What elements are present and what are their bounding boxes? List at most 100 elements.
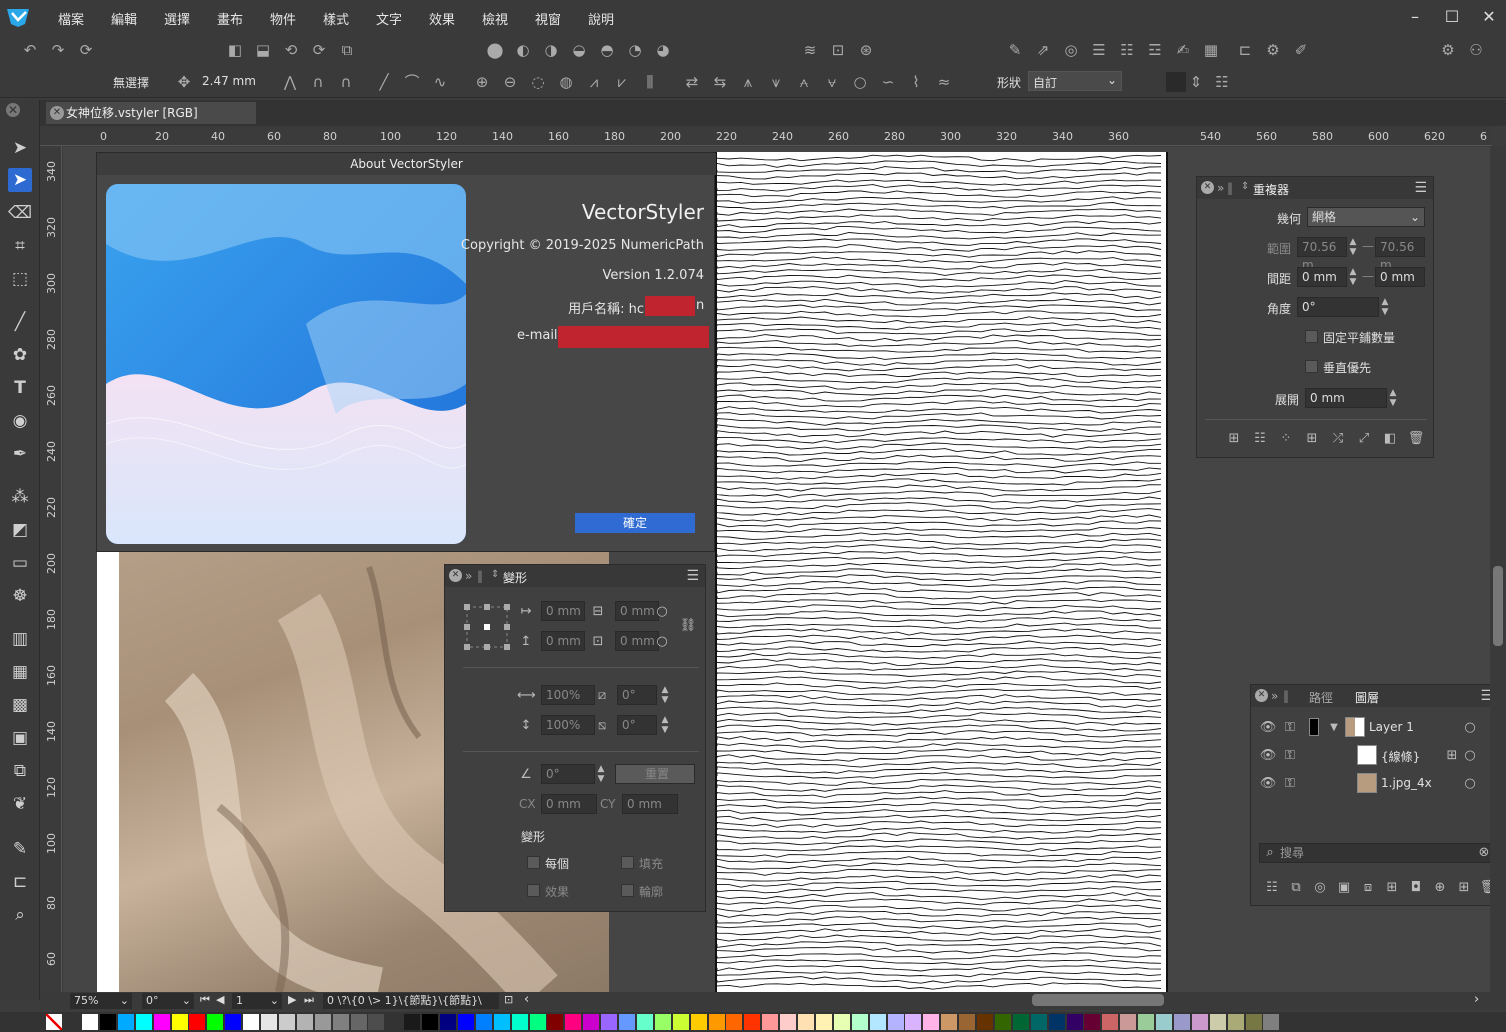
palette-swatch[interactable] (1263, 1014, 1280, 1030)
rotate-cw-icon[interactable]: ⟳ (309, 40, 329, 60)
nodes-d-icon[interactable]: ⩝ (822, 72, 842, 92)
palette-swatch[interactable] (1048, 1014, 1065, 1030)
angle-stepper[interactable]: ▲ ▼ (1379, 297, 1391, 317)
panel-menu-icon[interactable]: ☰ (686, 568, 699, 584)
palette-swatch[interactable] (690, 1014, 707, 1030)
visibility-eye-icon[interactable]: 👁 (1259, 775, 1277, 793)
layers-search-input[interactable]: 搜尋 (1259, 843, 1493, 863)
artboard-icon[interactable]: ⊞ (1383, 879, 1401, 897)
palette-swatch[interactable] (314, 1014, 331, 1030)
y-position-input[interactable]: 0 mm (541, 631, 585, 651)
flip-horizontal-icon[interactable]: ◧ (225, 40, 245, 60)
visibility-eye-icon[interactable]: 👁 (1259, 747, 1277, 765)
expand-stepper[interactable]: ▲ ▼ (1387, 388, 1399, 408)
panel-sort-icon[interactable]: ⇕ (1241, 181, 1249, 192)
align-bottom-icon[interactable]: ☷ (1117, 40, 1137, 60)
palette-swatch[interactable] (762, 1014, 779, 1030)
select-tool-icon[interactable]: ➤ (8, 136, 32, 160)
paint-tool-icon[interactable]: ❦ (8, 792, 32, 816)
tab-layers[interactable]: 圖層 (1355, 689, 1379, 706)
palette-swatch[interactable] (404, 1014, 421, 1030)
break-node-icon[interactable]: ◍ (556, 72, 576, 92)
export-icon[interactable]: ⇗ (1033, 40, 1053, 60)
lock-icon[interactable]: ⚿ (1281, 775, 1299, 793)
line-tool-icon[interactable]: ╱ (8, 310, 32, 334)
palette-swatch[interactable] (261, 1014, 277, 1030)
palette-swatch[interactable] (1191, 1014, 1208, 1030)
palette-swatch[interactable] (798, 1014, 814, 1030)
page-dropdown[interactable]: 1 ⌄ (232, 993, 282, 1009)
angle-input[interactable]: 0° (1297, 297, 1379, 317)
nodes-b-icon[interactable]: ⩛ (766, 72, 786, 92)
palette-swatch[interactable] (278, 1014, 295, 1030)
palette-swatch[interactable] (708, 1014, 725, 1030)
fill-tool-icon[interactable]: ◉ (8, 409, 32, 433)
skew-x-input[interactable]: 0° (617, 685, 657, 705)
palette-swatch[interactable] (99, 1014, 116, 1030)
palette-swatch[interactable] (1245, 1014, 1262, 1030)
palette-swatch[interactable] (135, 1014, 152, 1030)
palette-swatch[interactable] (1084, 1014, 1101, 1030)
menu-file[interactable]: 檔案 (58, 9, 84, 28)
nodes-c-icon[interactable]: ⩜ (794, 72, 814, 92)
spacing-x-stepper[interactable]: ▲ ▼ (1347, 267, 1359, 287)
range-x-input[interactable]: 70.56 m (1297, 237, 1347, 272)
menu-text[interactable]: 文字 (376, 9, 402, 28)
palette-swatch[interactable] (941, 1014, 958, 1030)
palette-swatch[interactable] (457, 1014, 474, 1030)
grid-tool-icon[interactable]: ▩ (8, 693, 32, 717)
s-curve-icon[interactable]: ∿ (430, 72, 450, 92)
scroll-right-icon[interactable]: › (1474, 992, 1479, 1007)
height-radio-icon[interactable]: ○ (653, 633, 671, 651)
layer-name[interactable]: {線條} (1381, 748, 1420, 765)
scroll-left-icon[interactable]: ‹ (524, 992, 529, 1007)
panel-collapse-icon[interactable]: » (1217, 181, 1224, 195)
line-art-artwork[interactable] (715, 152, 1168, 992)
palette-swatch[interactable] (654, 1014, 671, 1030)
camera-icon[interactable]: ◘ (1407, 879, 1425, 897)
split-icon[interactable]: ◧ (1381, 430, 1399, 448)
wave-icon[interactable]: ≈ (934, 72, 954, 92)
geometry-dropdown[interactable]: 網格 ⌄ (1307, 207, 1425, 227)
toolbox-close-icon[interactable]: ✕ (6, 103, 20, 117)
smooth-path-icon[interactable]: ∽ (878, 72, 898, 92)
subtract-icon[interactable]: ◐ (513, 40, 533, 60)
palette-swatch[interactable] (1209, 1014, 1226, 1030)
group-icon[interactable]: ⧈ (1359, 879, 1377, 897)
zoom-dropdown[interactable]: 75% ⌄ (70, 993, 132, 1009)
document-tab[interactable]: 女神位移.vstyler [RGB] [@75.0%] (46, 102, 256, 142)
join-node-icon[interactable]: ◌ (528, 72, 548, 92)
about-ok-button[interactable]: 確定 (575, 513, 695, 533)
eyedropper-tool-icon[interactable]: ✎ (8, 837, 32, 861)
target-circle-icon[interactable]: ○ (1461, 747, 1479, 765)
add-sublayer-icon[interactable]: ⊞ (1455, 879, 1473, 897)
palette-swatch[interactable] (422, 1014, 439, 1030)
panel-collapse-icon[interactable]: » (465, 569, 472, 583)
palette-swatch[interactable] (296, 1014, 313, 1030)
maximize-icon[interactable]: ☐ (1437, 6, 1467, 28)
merge-icon[interactable]: ◕ (653, 40, 673, 60)
distribute-icon[interactable]: ☲ (1145, 40, 1165, 60)
mesh-tool-icon[interactable]: ▦ (8, 660, 32, 684)
scale-x-input[interactable]: 100% (541, 685, 595, 705)
swap-icon[interactable]: ⇆ (710, 72, 730, 92)
shuffle-icon[interactable]: ⤮ (1329, 430, 1347, 448)
menu-window[interactable]: 視窗 (535, 9, 561, 28)
curve-segment-icon[interactable]: ⌒ (402, 72, 422, 92)
palette-swatch[interactable] (475, 1014, 492, 1030)
circle-node-icon[interactable]: ○ (850, 72, 870, 92)
palette-swatch[interactable] (1102, 1014, 1119, 1030)
angle-dropdown[interactable]: 0° ⌄ (142, 993, 194, 1009)
selection-path-dropdown[interactable]: 0 \?\{0 \> 1}\{節點}\{節點}\ (323, 993, 499, 1009)
palette-swatch[interactable] (1227, 1014, 1244, 1030)
edit-icon[interactable]: ✎ (1005, 40, 1025, 60)
palette-swatch[interactable] (744, 1014, 761, 1030)
nodes-grid-icon[interactable]: ⫼ (640, 72, 660, 92)
gradient-tool-icon[interactable]: ◩ (8, 518, 32, 542)
reverse-icon[interactable]: ⇄ (682, 72, 702, 92)
prev-page-icon[interactable]: ◀ (216, 993, 224, 1006)
rotate-input[interactable]: 0° (541, 764, 595, 784)
frame-icon[interactable]: ⊏ (1235, 40, 1255, 60)
artboard-tool-icon[interactable]: ⊏ (8, 870, 32, 894)
warp-tool-icon[interactable]: ☸ (8, 584, 32, 608)
